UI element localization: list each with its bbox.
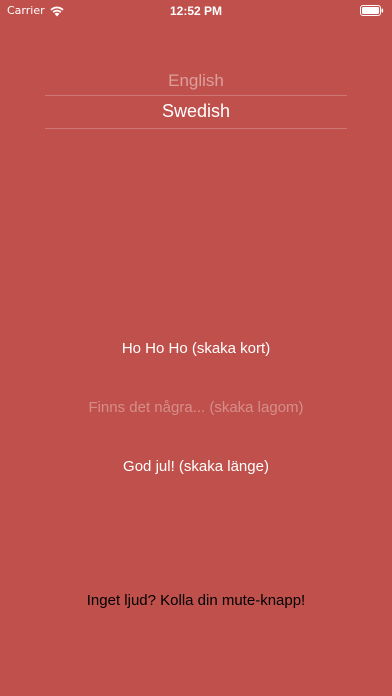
- picker-divider-bottom: [45, 128, 347, 129]
- status-time: 12:52 PM: [169, 4, 223, 18]
- greeting-option-ho-ho-ho[interactable]: Ho Ho Ho (skaka kort): [0, 340, 392, 357]
- mute-hint-text: Inget ljud? Kolla din mute-knapp!: [86, 592, 306, 609]
- picker-option-swedish[interactable]: Swedish: [45, 101, 347, 122]
- picker-option-english[interactable]: English: [45, 71, 347, 91]
- language-picker[interactable]: English Swedish: [45, 66, 347, 130]
- picker-divider-top: [45, 95, 347, 96]
- battery-icon: [360, 5, 384, 16]
- greeting-option-god-jul[interactable]: God jul! (skaka länge): [0, 458, 392, 475]
- status-bar: Carrier 12:52 PM: [0, 0, 392, 22]
- greeting-option-finns-det: Finns det några... (skaka lagom): [88, 399, 304, 416]
